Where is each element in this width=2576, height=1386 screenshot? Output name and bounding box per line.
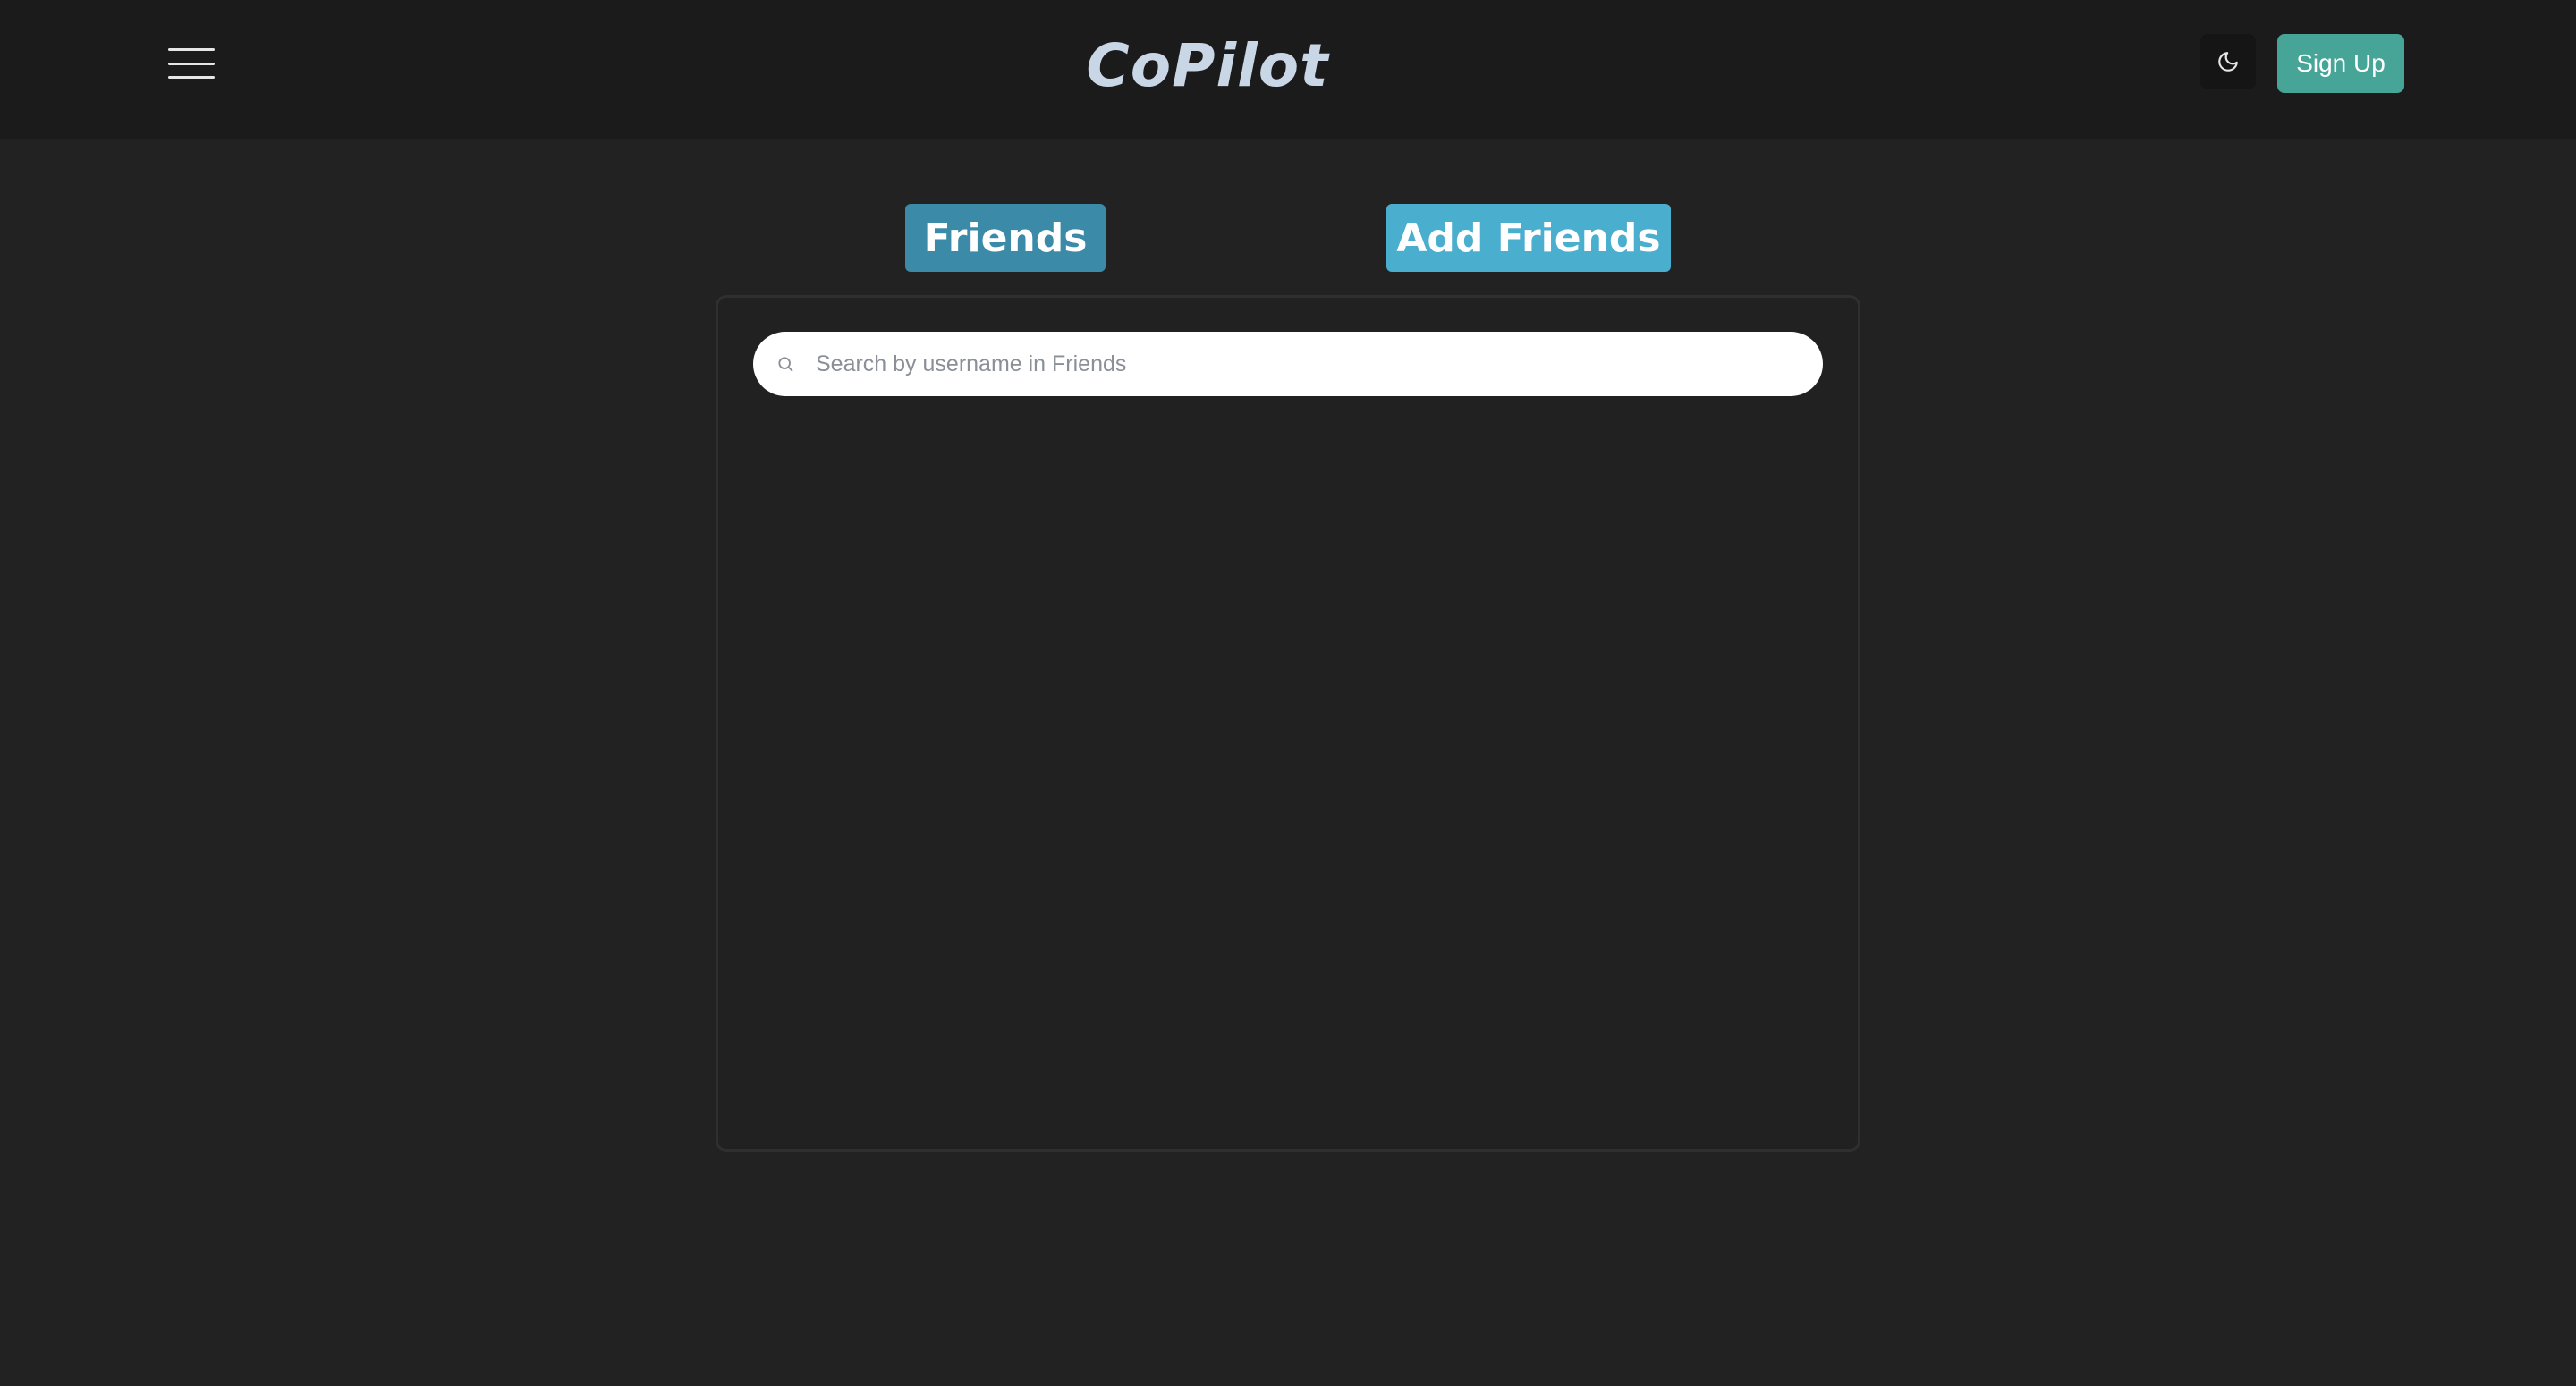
hamburger-menu-icon[interactable] [166, 43, 216, 84]
friends-panel [716, 295, 1860, 1152]
tab-add-friends[interactable]: Add Friends [1386, 204, 1671, 272]
tab-friends[interactable]: Friends [905, 204, 1106, 272]
top-nav-bar: CoPilot Sign Up [0, 0, 2576, 139]
moon-icon [2218, 52, 2238, 72]
brand-logo[interactable]: CoPilot [1055, 29, 1360, 104]
search-bar[interactable] [753, 332, 1823, 396]
search-icon [778, 357, 793, 372]
theme-toggle-button[interactable] [2200, 34, 2256, 89]
sign-up-button[interactable]: Sign Up [2277, 34, 2404, 93]
search-input[interactable] [814, 350, 1801, 378]
